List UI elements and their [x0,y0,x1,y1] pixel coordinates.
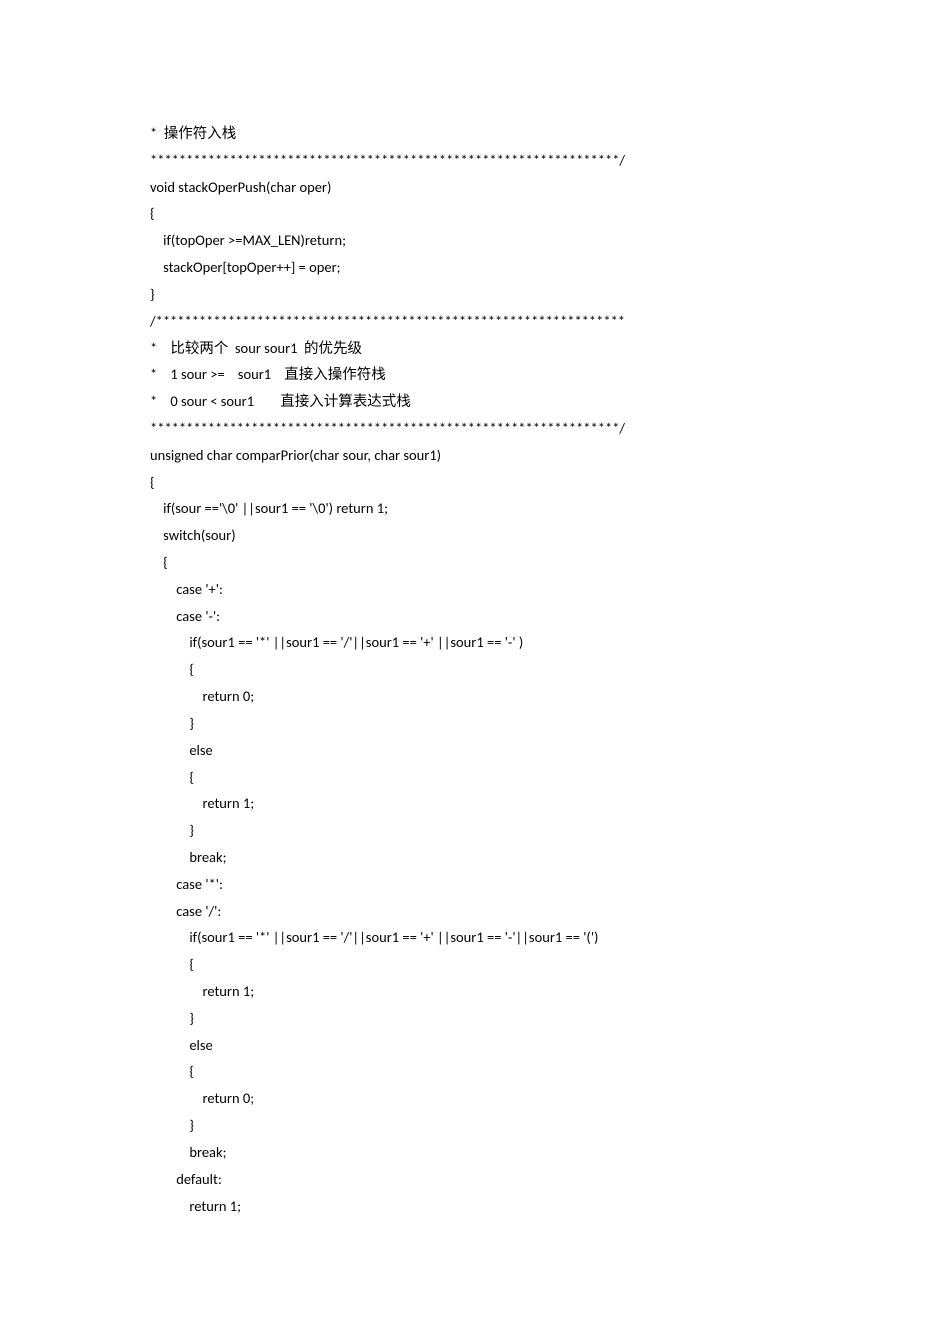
code-line: * 操作符入栈 [150,120,800,147]
code-line: case '+': [150,576,800,603]
code-line: stackOper[topOper++] = oper; [150,254,800,281]
code-line: case '*': [150,871,800,898]
code-line: { [150,764,800,791]
code-line: } [150,1005,800,1032]
code-line: { [150,951,800,978]
code-line: * 1 sour >= sour1 直接入操作符栈 [150,361,800,388]
code-line: void stackOperPush(char oper) [150,174,800,201]
code-line: { [150,656,800,683]
document-page: * 操作符入栈*********************************… [0,0,950,1344]
code-line: case '-': [150,603,800,630]
code-line: return 1; [150,790,800,817]
code-line: else [150,1032,800,1059]
code-line: default: [150,1166,800,1193]
code-line: unsigned char comparPrior(char sour, cha… [150,442,800,469]
code-line: return 1; [150,978,800,1005]
code-line: /***************************************… [150,308,800,335]
code-line: ****************************************… [150,415,800,442]
code-line: { [150,1058,800,1085]
code-line: case '/': [150,898,800,925]
code-line: } [150,710,800,737]
code-line: if(sour =='\0' ||sour1 == '\0') return 1… [150,495,800,522]
code-line: break; [150,844,800,871]
code-line: { [150,200,800,227]
code-line: if(sour1 == '*' ||sour1 == '/'||sour1 ==… [150,629,800,656]
code-line: } [150,817,800,844]
code-line: { [150,549,800,576]
code-line: * 比较两个 sour sour1 的优先级 [150,335,800,362]
code-line: } [150,281,800,308]
code-line: else [150,737,800,764]
code-line: { [150,469,800,496]
code-line: if(sour1 == '*' ||sour1 == '/'||sour1 ==… [150,924,800,951]
code-line: if(topOper >=MAX_LEN)return; [150,227,800,254]
code-line: return 0; [150,683,800,710]
code-line: * 0 sour < sour1 直接入计算表达式栈 [150,388,800,415]
code-line: return 1; [150,1193,800,1220]
code-line: } [150,1112,800,1139]
code-line: ****************************************… [150,147,800,174]
code-line: return 0; [150,1085,800,1112]
code-line: break; [150,1139,800,1166]
code-line: switch(sour) [150,522,800,549]
